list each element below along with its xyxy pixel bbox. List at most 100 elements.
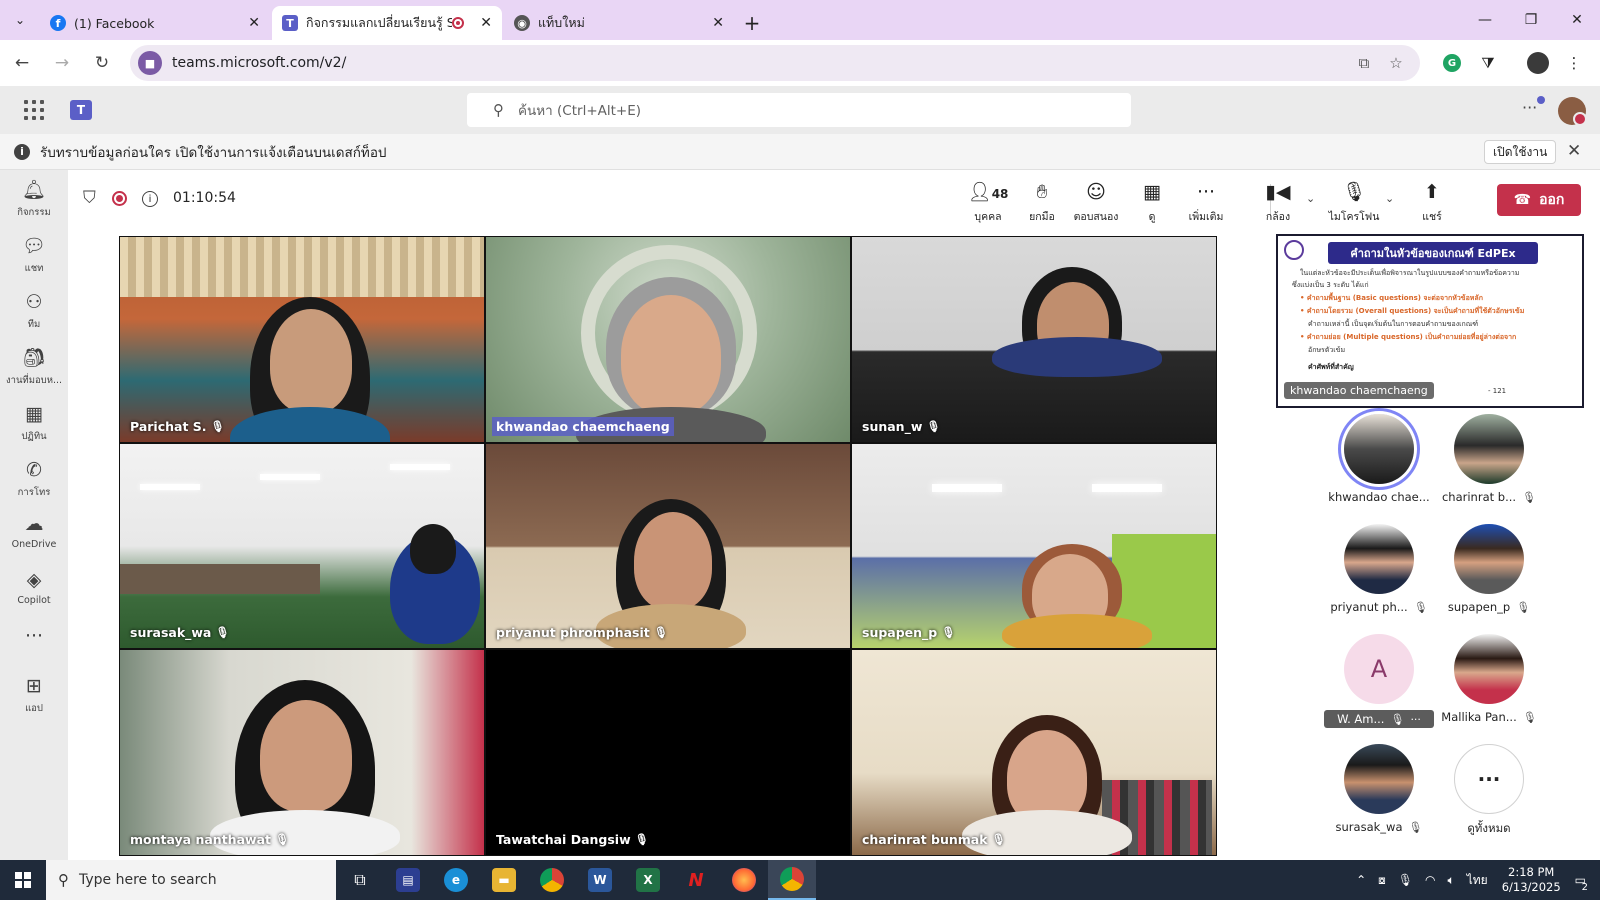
taskbar-clock[interactable]: 2:18 PM 6/13/2025 [1502, 865, 1561, 895]
bookmark-star-icon[interactable]: ☆ [1380, 54, 1412, 72]
roster-item[interactable]: surasak_wa 🎙︎ [1324, 744, 1434, 834]
camera-button[interactable]: ▮◀ กล้อง [1250, 180, 1306, 225]
close-icon[interactable]: ✕ [1567, 141, 1581, 161]
input-language[interactable]: ไทย [1467, 871, 1488, 890]
meet-now-icon[interactable]: ⧇ [1378, 873, 1386, 888]
chrome-icon[interactable] [528, 860, 576, 900]
user-avatar[interactable] [1558, 97, 1587, 126]
shield-icon[interactable]: ⛉ [83, 188, 96, 208]
view-button[interactable]: ▦ ดู [1124, 180, 1180, 225]
rail-item-activity[interactable]: 🔔︎ กิจกรรม [0, 178, 68, 220]
more-icon: ··· [1454, 744, 1524, 814]
rail-more-icon[interactable]: ··· [0, 624, 68, 648]
rail-item-assignments[interactable]: 🎒︎ งานที่มอบห... [0, 346, 68, 388]
roster-item[interactable]: Mallika Pan... 🎙︎ [1434, 634, 1544, 724]
word-icon[interactable]: W [576, 860, 624, 900]
close-tab-icon[interactable]: ✕ [712, 15, 724, 31]
participant-name: sunan_w 🎙︎ [862, 418, 941, 434]
tab-search-chevron-icon[interactable]: ⌄ [0, 0, 40, 40]
rail-item-calendar[interactable]: ▦ ปฏิทิน [0, 402, 68, 444]
rail-item-teams[interactable]: ⚇ ทีม [0, 290, 68, 332]
rail-item-calls[interactable]: ✆ การโทร [0, 458, 68, 500]
extensions-puzzle-icon[interactable]: ⧩ [1470, 45, 1506, 81]
video-tile[interactable]: sunan_w 🎙︎ [851, 236, 1217, 443]
mic-muted-icon: 🎙︎ [1522, 490, 1537, 504]
settings-more-icon[interactable]: ··· [1522, 98, 1537, 117]
tab-new-tab[interactable]: ◉ แท็บใหม่ ✕ [504, 6, 734, 40]
url-text[interactable]: teams.microsoft.com/v2/ [172, 55, 1348, 71]
video-tile[interactable]: surasak_wa 🎙︎ [119, 442, 485, 650]
notification-count: 2 [1581, 882, 1588, 893]
close-window-icon[interactable]: ✕ [1554, 0, 1600, 40]
view-all-button[interactable]: ··· ดูทั้งหมด [1434, 744, 1544, 838]
video-tile[interactable]: supapen_p 🎙︎ [851, 442, 1217, 650]
new-tab-button[interactable]: + [736, 6, 768, 40]
recording-indicator-icon[interactable] [112, 191, 127, 206]
task-view-icon[interactable]: ⧉ [336, 860, 384, 900]
camera-options-chevron-icon[interactable]: ⌄ [1306, 192, 1315, 205]
more-options-icon[interactable]: ··· [1410, 713, 1421, 726]
rail-label: OneDrive [11, 539, 57, 550]
rail-item-onedrive[interactable]: ☁ OneDrive [0, 512, 68, 550]
meeting-info-icon[interactable]: i [142, 191, 158, 207]
video-tile[interactable]: khwandao chaemchaeng [485, 236, 851, 443]
tab-facebook[interactable]: f (1) Facebook ✕ [40, 6, 270, 40]
leave-button[interactable]: ☎ ออก [1497, 184, 1581, 216]
close-tab-icon[interactable]: ✕ [248, 15, 260, 31]
shared-screen-preview[interactable]: คำถามในหัวข้อของเกณฑ์ EdPEx ในแต่ละหัวข้… [1276, 234, 1584, 408]
install-app-icon[interactable]: ⧉ [1348, 54, 1380, 72]
video-tile[interactable]: Parichat S. 🎙︎ [119, 236, 485, 443]
wifi-icon[interactable]: ◠ [1425, 873, 1435, 887]
start-button[interactable] [0, 860, 46, 900]
app-rail: 🔔︎ กิจกรรม 💬︎ แชท ⚇ ทีม 🎒︎ งานที่มอบห...… [0, 170, 68, 860]
app-n-icon[interactable]: N [672, 860, 720, 900]
edge-icon[interactable]: e [432, 860, 480, 900]
react-button[interactable]: ☺ ตอบสนอง [1068, 180, 1124, 225]
slide-text: คำศัพท์ที่สำคัญ [1308, 363, 1354, 371]
tab-teams-meeting[interactable]: T กิจกรรมแลกเปลี่ยนเรียนรู้ SAR ✕ [272, 6, 502, 40]
rail-item-copilot[interactable]: ◈ Copilot [0, 568, 68, 606]
taskbar-search-input[interactable]: ⚲ Type here to search [46, 860, 336, 900]
site-info-icon[interactable]: ■ [138, 51, 162, 75]
notifications-icon[interactable]: ▭ 2 [1575, 873, 1588, 893]
roster-item[interactable]: khwandao chae... [1324, 414, 1434, 504]
firefox-icon[interactable] [720, 860, 768, 900]
microphone-button[interactable]: 🎙︎ ไมโครโฟน [1326, 180, 1382, 225]
chrome-active-icon[interactable] [768, 860, 816, 900]
chevron-up-icon[interactable]: ⌃ [1356, 873, 1366, 887]
rail-item-apps[interactable]: ⊞ แอป [0, 674, 68, 716]
restore-icon[interactable]: ❐ [1508, 0, 1554, 40]
add-app-icon: ⊞ [26, 675, 42, 697]
rail-item-chat[interactable]: 💬︎ แชท [0, 234, 68, 276]
enable-notifications-button[interactable]: เปิดใช้งาน [1484, 140, 1557, 164]
microphone-icon[interactable]: 🎙︎ [1398, 873, 1413, 887]
share-button[interactable]: ⬆ แชร์ [1404, 180, 1460, 225]
roster-item[interactable]: priyanut ph... 🎙︎ [1324, 524, 1434, 614]
profile-avatar[interactable] [1520, 45, 1556, 81]
forward-icon[interactable]: → [44, 45, 80, 81]
video-tile[interactable]: charinrat bunmak 🎙︎ [851, 649, 1217, 857]
more-actions-button[interactable]: ··· เพิ่มเติม [1178, 180, 1234, 225]
mic-options-chevron-icon[interactable]: ⌄ [1385, 192, 1394, 205]
video-tile[interactable]: montaya nanthawat 🎙︎ [119, 649, 485, 857]
reload-icon[interactable]: ↻ [84, 45, 120, 81]
video-tile[interactable]: priyanut phromphasit 🎙︎ [485, 442, 851, 650]
roster-item[interactable]: charinrat b... 🎙︎ [1434, 414, 1544, 504]
roster-item[interactable]: supapen_p 🎙︎ [1434, 524, 1544, 614]
video-tile[interactable]: Tawatchai Dangsiw 🎙︎ [485, 649, 851, 857]
app-icon[interactable]: ▤ [384, 860, 432, 900]
file-explorer-icon[interactable]: ▬ [480, 860, 528, 900]
url-field[interactable]: ■ teams.microsoft.com/v2/ ⧉ ☆ [130, 45, 1420, 81]
search-input[interactable]: ⚲ ค้นหา (Ctrl+Alt+E) [467, 93, 1131, 127]
back-icon[interactable]: ← [4, 45, 40, 81]
app-launcher-icon[interactable] [24, 100, 44, 120]
roster-item[interactable]: A W. Am... 🎙︎ ··· [1324, 634, 1434, 728]
raise-hand-button[interactable]: ✋︎ ยกมือ [1014, 180, 1070, 225]
grammarly-extension-icon[interactable]: G [1434, 45, 1470, 81]
browser-menu-icon[interactable]: ⋮ [1556, 45, 1592, 81]
excel-icon[interactable]: X [624, 860, 672, 900]
minimize-icon[interactable]: — [1462, 0, 1508, 40]
close-tab-icon[interactable]: ✕ [480, 15, 492, 31]
volume-icon[interactable]: 🔈︎ [1448, 873, 1455, 888]
people-button[interactable]: 👤︎48 บุคคล [960, 180, 1016, 225]
